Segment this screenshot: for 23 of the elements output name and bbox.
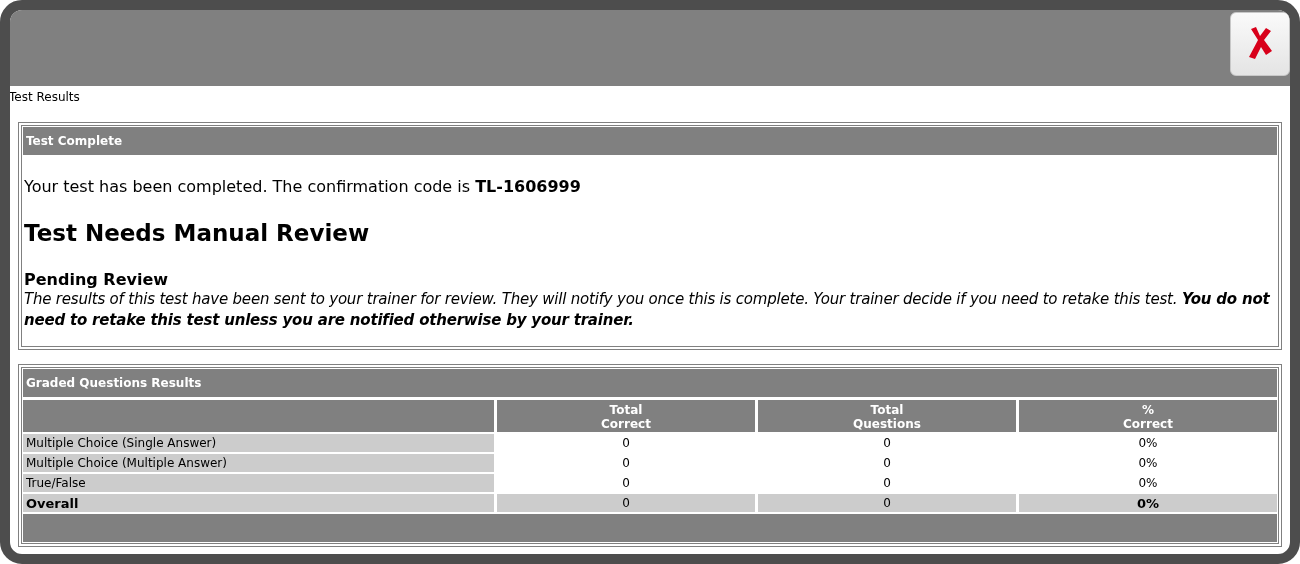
table-cell: 0	[494, 494, 755, 512]
close-button[interactable]	[1230, 12, 1290, 76]
review-message: The results of this test have been sent to your trainer for review. They will notify you once this is complete. Your trainer decide if you need to retake this test. You do not need to retake this test unless you are notified otherwise by your trainer.	[24, 289, 1271, 331]
panel-header: Graded Questions Results	[23, 369, 1277, 397]
row-label: Multiple Choice (Multiple Answer)	[23, 454, 494, 472]
table-cell: 0	[755, 494, 1016, 512]
table-cell: 0	[755, 434, 1016, 452]
row-label: Multiple Choice (Single Answer)	[23, 434, 494, 452]
panel-header: Test Complete	[23, 127, 1277, 155]
table-cell: 0%	[1016, 454, 1277, 472]
row-label: True/False	[23, 474, 494, 492]
confirmation-text: Your test has been completed. The confirmation code is TL-1606999	[24, 177, 582, 196]
table-cell: 0%	[1016, 434, 1277, 452]
table-cell: 0	[494, 454, 755, 472]
column-header: Total Questions	[755, 400, 1016, 432]
row-label: Overall	[23, 494, 494, 512]
table-cell: 0	[755, 454, 1016, 472]
column-header: % Correct	[1016, 400, 1277, 432]
table-cell: 0	[494, 434, 755, 452]
column-header: Total Correct	[494, 400, 755, 432]
status-heading: Test Needs Manual Review	[24, 220, 371, 246]
table-cell: 0%	[1016, 494, 1277, 512]
review-subheading: Pending Review	[24, 270, 170, 289]
